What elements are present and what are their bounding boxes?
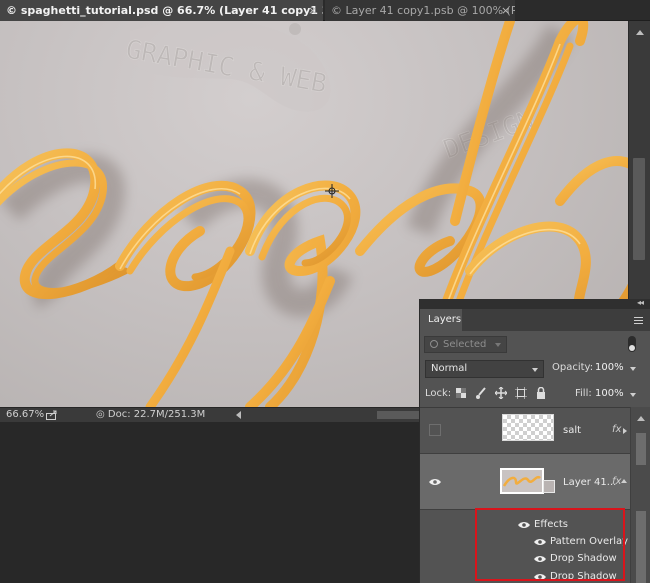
tab-spaghetti-tutorial[interactable]: © spaghetti_tutorial.psd @ 66.7% (Layer … — [0, 0, 323, 21]
filter-value: Selected — [443, 339, 487, 350]
status-bar: 66.67% ◎ Doc: 22.7M/251.3M — [0, 407, 420, 422]
move-icon[interactable] — [495, 387, 507, 399]
share-icon[interactable] — [46, 410, 58, 420]
layer-thumbnail[interactable] — [500, 468, 544, 494]
expand-effects-icon[interactable] — [623, 428, 627, 434]
scroll-up-icon[interactable] — [637, 416, 645, 421]
status-arrow-icon[interactable] — [236, 411, 241, 419]
blend-mode-value: Normal — [431, 363, 468, 374]
tab-layers[interactable]: Layers — [420, 309, 462, 331]
scroll-track[interactable] — [636, 511, 646, 583]
scroll-thumb[interactable] — [633, 158, 645, 260]
blend-mode-select[interactable]: Normal — [425, 360, 544, 378]
scroll-thumb[interactable] — [636, 433, 646, 465]
scroll-up-icon[interactable] — [636, 30, 644, 35]
lock-pixels-icon[interactable] — [455, 387, 467, 399]
layer-row-layer-41[interactable]: Layer 41... fx — [420, 454, 630, 510]
tab-label: © spaghetti_tutorial.psd @ 66.7% (Layer … — [6, 4, 323, 17]
chevron-down-icon — [532, 368, 538, 372]
lock-icon[interactable] — [535, 387, 547, 399]
horizontal-scroll-thumb[interactable] — [377, 411, 420, 419]
close-icon[interactable]: × — [308, 0, 317, 21]
filter-toggle[interactable] — [628, 336, 636, 352]
layer-name[interactable]: salt — [563, 425, 581, 436]
artboard-icon[interactable] — [515, 387, 527, 399]
chevron-down-icon[interactable] — [630, 393, 636, 397]
canvas-vertical-scrollbar[interactable] — [628, 21, 650, 303]
document-size[interactable]: ◎ Doc: 22.7M/251.3M — [96, 408, 205, 422]
effects-highlight-box — [475, 508, 625, 581]
collapse-effects-icon[interactable] — [621, 479, 627, 483]
fill-label: Fill: — [575, 388, 592, 399]
workspace-background — [0, 422, 420, 583]
layers-scrollbar[interactable] — [630, 407, 650, 583]
close-icon[interactable]: × — [501, 0, 510, 21]
collapse-panel-icon[interactable]: ◂◂ — [637, 298, 644, 307]
panel-tab-bar: Layers — [420, 309, 650, 331]
chevron-down-icon[interactable] — [630, 367, 636, 371]
embossed-dot — [289, 23, 301, 35]
layer-filter-select[interactable]: Selected — [424, 336, 507, 353]
layer-thumbnail[interactable] — [502, 414, 554, 441]
layer-link-icon[interactable] — [543, 480, 555, 493]
eye-icon[interactable] — [429, 478, 441, 486]
fill-input[interactable]: 100% — [595, 388, 624, 399]
brush-icon[interactable] — [475, 387, 487, 399]
panel-menu-icon[interactable] — [634, 317, 643, 325]
search-icon — [430, 340, 438, 348]
opacity-label: Opacity: — [552, 362, 594, 373]
lock-label: Lock: — [425, 388, 452, 399]
fx-icon[interactable]: fx — [612, 424, 621, 435]
blend-row: Normal Opacity: 100% — [425, 360, 647, 378]
opacity-input[interactable]: 100% — [595, 362, 624, 373]
lock-row: Lock: Fill: 100% — [425, 385, 647, 403]
layer-filter-row: Selected — [424, 336, 646, 354]
layer-name[interactable]: Layer 41... — [563, 477, 616, 488]
panel-header-bar: ◂◂ — [420, 298, 650, 309]
document-tab-bar: © spaghetti_tutorial.psd @ 66.7% (Layer … — [0, 0, 650, 21]
tab-label: © Layer 41 copy1.psb @ 100% (RGB/8) — [331, 4, 515, 17]
layer-row-salt[interactable]: salt fx — [420, 408, 630, 454]
tab-layer-41-copy1[interactable]: © Layer 41 copy1.psb @ 100% (RGB/8) × — [325, 0, 515, 21]
chevron-down-icon — [495, 343, 501, 347]
visibility-toggle[interactable] — [429, 424, 441, 436]
zoom-level[interactable]: 66.67% — [6, 408, 44, 422]
